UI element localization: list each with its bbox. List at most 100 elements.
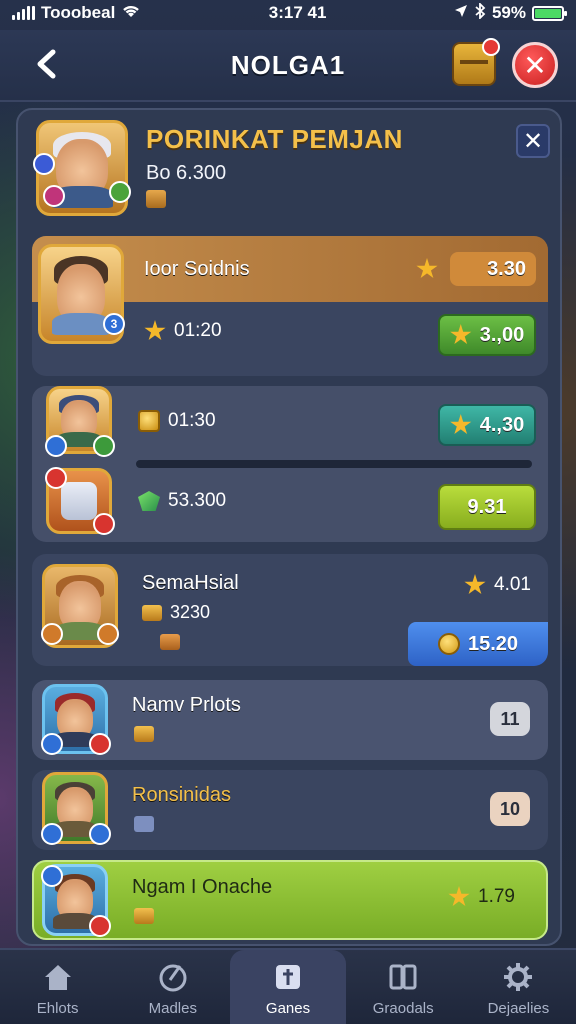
shield-badge-icon (41, 733, 63, 755)
score-value: 1.79 (478, 886, 515, 907)
leaderboard-row[interactable]: 01:30 4.,30 53.300 9.31 (32, 386, 548, 542)
nav-item-madles[interactable]: Madles (115, 950, 230, 1024)
status-bar: Tooobeal 3:17 41 59% (0, 0, 576, 26)
gem-icon (138, 491, 160, 511)
coin-icon (437, 633, 460, 655)
leaderboard-row[interactable]: Ronsinidas 10 (32, 770, 548, 850)
player-avatar[interactable] (45, 386, 115, 457)
row-gems: 53.300 (138, 490, 226, 512)
treasure-chest-button[interactable] (452, 38, 500, 86)
chest-icon (134, 908, 154, 924)
clock-badge-icon (89, 823, 111, 845)
notification-dot (482, 38, 500, 56)
row-score: 4.01 (464, 574, 531, 596)
nav-item-ehlots[interactable]: Ehlots (0, 950, 115, 1024)
player-name: Ioor Soidnis (144, 258, 250, 280)
panel-close-button[interactable]: ✕ (516, 124, 550, 158)
nav-item-graodals[interactable]: Graodals (346, 950, 461, 1024)
star-icon (144, 320, 166, 341)
player-avatar[interactable] (33, 120, 131, 216)
battery-icon (532, 5, 567, 21)
coins-button[interactable]: 15.20 (408, 622, 548, 666)
close-icon: ✕ (523, 49, 547, 81)
fire-badge-icon (93, 513, 115, 535)
power-badge-icon (43, 185, 65, 207)
location-icon (454, 3, 468, 23)
count-badge: 10 (490, 792, 530, 826)
player-avatar[interactable] (41, 864, 111, 937)
sun-badge-icon (41, 623, 63, 645)
panel-title: PORINKAT PEMJAN (146, 124, 403, 154)
wifi-icon (121, 3, 141, 24)
reward2-value: 9.31 (467, 495, 507, 518)
nav-item-dejaelies[interactable]: Dejaelies (461, 950, 576, 1024)
reward-value: 4.,30 (479, 413, 525, 436)
nav-label: Dejaelies (487, 999, 550, 1017)
leaderboard-row[interactable]: Namv Prlots 11 (32, 680, 548, 760)
game-screen: Tooobeal 3:17 41 59% NOLGA1 ✕ PORINKAT P… (0, 0, 576, 1024)
bluetooth-icon (474, 1, 486, 24)
shield-badge-icon (45, 435, 67, 457)
claim-button[interactable]: 9.31 (438, 484, 536, 530)
page-title: NOLGA1 (230, 49, 346, 80)
reward-value: 3.,00 (479, 323, 525, 346)
home-icon (44, 964, 71, 990)
leaderboard-row[interactable]: Ngam I Onache 1.79 (32, 860, 548, 940)
sword-badge-icon (109, 181, 131, 203)
signal-icon (12, 6, 35, 20)
game-tile-icon (276, 964, 300, 989)
score-badge: 3.30 (416, 252, 536, 286)
shield-badge-icon (41, 823, 63, 845)
leaderboard-row[interactable]: 3 Ioor Soidnis 3.30 01:20 3.,00 (32, 236, 548, 376)
star-icon (450, 324, 472, 345)
row-time: 01:30 (138, 410, 216, 432)
leaderboard-row[interactable]: SemaHsial 3230 4.01 15.20 (32, 554, 548, 666)
nav-label: Madles (148, 999, 197, 1017)
panel-subtitle: Bo 6.300 (146, 162, 227, 184)
panel-header: PORINKAT PEMJAN Bo 6.300 ✕ (18, 110, 560, 230)
medal-icon (138, 410, 160, 432)
avatar-body (52, 312, 110, 336)
item-avatar[interactable] (45, 467, 115, 535)
chest-icon (146, 190, 166, 208)
coins-value: 15.20 (467, 632, 519, 655)
carrier-name: Tooobeal (41, 3, 116, 22)
nav-label: Graodals (372, 999, 434, 1017)
player-avatar[interactable] (41, 772, 111, 845)
player-avatar[interactable] (41, 684, 111, 755)
chevron-left-icon (37, 49, 56, 79)
reward-button[interactable]: 4.,30 (438, 404, 536, 446)
clock: 3:17 41 (268, 3, 327, 22)
player-avatar[interactable] (41, 564, 119, 648)
close-button[interactable]: ✕ (512, 42, 558, 88)
compass-icon (159, 964, 187, 991)
star-icon (448, 886, 470, 907)
nav-item-ganes[interactable]: Ganes (230, 950, 346, 1024)
player-avatar[interactable]: 3 (38, 244, 125, 344)
player-name: Ngam I Onache (132, 876, 273, 898)
gems-value: 53.300 (168, 490, 227, 511)
chest-icon (134, 726, 154, 742)
status-left: Tooobeal (12, 3, 141, 24)
potion-icon (61, 481, 97, 521)
score-value: 4.01 (494, 574, 531, 595)
score-value: 3.30 (487, 257, 526, 280)
row-sub-value: 3230 (142, 602, 210, 623)
nav-label: Ehlots (36, 999, 79, 1017)
reward-button[interactable]: 3.,00 (438, 314, 536, 356)
clock-badge-icon (93, 435, 115, 457)
sub-value: 3230 (170, 602, 211, 622)
star-icon (464, 574, 486, 595)
heart-badge-icon (45, 467, 67, 489)
shield-badge-icon (33, 153, 55, 175)
row-score: 1.79 (448, 886, 515, 908)
player-name: Ronsinidas (132, 784, 231, 806)
fire-badge-icon (97, 623, 119, 645)
leaderboard-panel: PORINKAT PEMJAN Bo 6.300 ✕ 3 Ioor Soidni… (16, 108, 562, 946)
time-value: 01:30 (168, 410, 216, 431)
diamond-badge-icon (41, 865, 63, 887)
count-badge: 11 (490, 702, 530, 736)
close-icon: ✕ (522, 127, 544, 155)
back-button[interactable] (26, 44, 66, 84)
status-right: 59% (454, 1, 567, 24)
